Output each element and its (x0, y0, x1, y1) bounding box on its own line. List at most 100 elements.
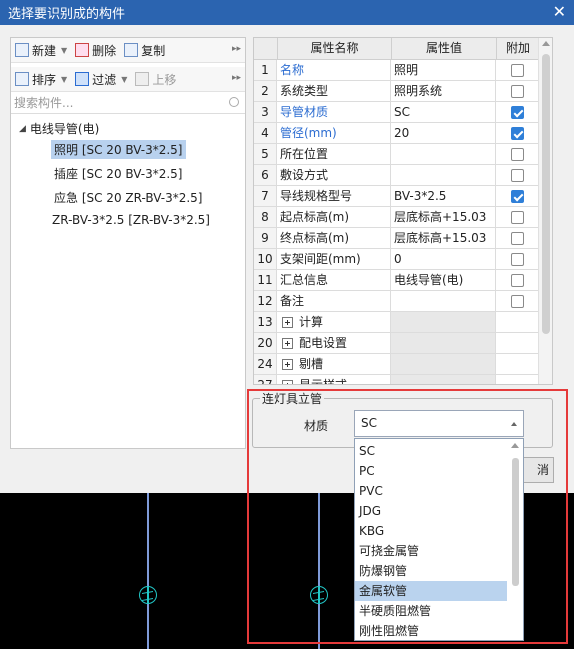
table-row[interactable]: 10 支架间距(mm) 0 (254, 249, 539, 270)
expand-icon[interactable] (282, 380, 293, 384)
add-checkbox[interactable] (511, 232, 524, 245)
property-value[interactable] (391, 333, 496, 354)
property-value[interactable]: 电线导管(电) (391, 270, 496, 291)
table-row[interactable]: 2 系统类型 照明系统 (254, 81, 539, 102)
expand-icon[interactable] (282, 317, 293, 328)
tree-item[interactable]: 照明 [SC 20 BV-3*2.5] (51, 140, 186, 159)
add-checkbox[interactable] (511, 253, 524, 266)
add-checkbox[interactable] (511, 64, 524, 77)
property-name-text: 所在位置 (280, 147, 329, 161)
material-select[interactable]: SC (354, 410, 524, 437)
property-value[interactable]: BV-3*2.5 (391, 186, 496, 207)
table-row[interactable]: 12 备注 (254, 291, 539, 312)
more-icon[interactable]: ▸▸ (232, 44, 241, 54)
property-value[interactable]: 20 (391, 123, 496, 144)
property-value[interactable]: 0 (391, 249, 496, 270)
scroll-thumb[interactable] (542, 54, 550, 334)
table-row[interactable]: 6 敷设方式 (254, 165, 539, 186)
tree-root[interactable]: ◢ 电线导管(电) (19, 120, 99, 137)
dropdown-option[interactable]: PVC (355, 481, 507, 501)
property-value[interactable] (391, 312, 496, 333)
material-dropdown-list[interactable]: SC PC PVC JDG KBG 可挠金属管 防爆钢管 金属软管 半硬质阻燃管 刚性阻燃管 (354, 438, 524, 641)
cancel-button[interactable]: 消 (520, 457, 554, 483)
title-bar: 选择要识别成的构件 ✕ (0, 0, 574, 25)
property-name: 终点标高(m) (277, 228, 391, 249)
material-label: 材质 (304, 419, 329, 433)
close-icon[interactable]: ✕ (553, 2, 566, 21)
dropdown-option[interactable]: 刚性阻燃管 (355, 621, 507, 641)
sort-button[interactable]: 排序 ▼ (15, 71, 67, 88)
add-checkbox[interactable] (511, 169, 524, 182)
add-checkbox[interactable] (511, 211, 524, 224)
table-row[interactable]: 5 所在位置 (254, 144, 539, 165)
add-checkbox[interactable] (511, 274, 524, 287)
dropdown-scrollbar[interactable] (508, 440, 522, 639)
table-row[interactable]: 24 剔槽 (254, 354, 539, 375)
table-row[interactable]: 13 计算 (254, 312, 539, 333)
table-row[interactable]: 7 导线规格型号 BV-3*2.5 (254, 186, 539, 207)
tree-item[interactable]: 应急 [SC 20 ZR-BV-3*2.5] (51, 188, 205, 207)
property-value[interactable]: 照明系统 (391, 81, 496, 102)
property-grid: 属性名称 属性值 附加 1 名称 照明 2 系统类型 照明系统 3 导管材质 SC 4 管径(mm)… (253, 37, 553, 385)
scroll-up-icon[interactable] (511, 443, 519, 448)
table-row[interactable]: 1 名称 照明 (254, 60, 539, 81)
property-value[interactable]: 层底标高+15.03 (391, 207, 496, 228)
search-input[interactable]: 搜索构件... (11, 94, 245, 114)
scroll-thumb[interactable] (512, 458, 519, 586)
property-value[interactable]: SC (391, 102, 496, 123)
add-checkbox[interactable] (511, 85, 524, 98)
table-row[interactable]: 11 汇总信息 电线导管(电) (254, 270, 539, 291)
dropdown-option[interactable]: PC (355, 461, 507, 481)
move-up-button[interactable]: 上移 (135, 71, 176, 88)
property-name-text: 系统类型 (280, 84, 329, 98)
dropdown-option[interactable]: 可挠金属管 (355, 541, 507, 561)
table-row[interactable]: 8 起点标高(m) 层底标高+15.03 (254, 207, 539, 228)
add-checkbox[interactable] (511, 148, 524, 161)
header-add: 附加 (496, 38, 539, 60)
row-index: 9 (254, 228, 277, 249)
scroll-up-icon[interactable] (542, 41, 550, 46)
property-value[interactable] (391, 144, 496, 165)
table-row[interactable]: 20 配电设置 (254, 333, 539, 354)
dropdown-option[interactable]: SC (355, 441, 507, 461)
dropdown-option[interactable]: JDG (355, 501, 507, 521)
property-name: 系统类型 (277, 81, 391, 102)
tree-item[interactable]: 插座 [SC 20 BV-3*2.5] (51, 164, 186, 183)
more-icon[interactable]: ▸▸ (232, 73, 241, 83)
property-value[interactable] (391, 354, 496, 375)
add-checkbox[interactable] (511, 106, 524, 119)
property-value[interactable]: 层底标高+15.03 (391, 228, 496, 249)
property-name-text: 起点标高(m) (280, 210, 350, 224)
property-name-text: 汇总信息 (280, 273, 329, 287)
collapse-icon[interactable]: ◢ (19, 124, 26, 134)
tree-item[interactable]: ZR-BV-3*2.5 [ZR-BV-3*2.5] (49, 212, 213, 228)
copy-button[interactable]: 复制 (124, 42, 165, 59)
add-checkbox[interactable] (511, 127, 524, 140)
table-row[interactable]: 27 显示样式 (254, 375, 539, 384)
dropdown-option[interactable]: 防爆钢管 (355, 561, 507, 581)
property-name-text: 终点标高(m) (280, 231, 350, 245)
expand-icon[interactable] (282, 359, 293, 370)
delete-button[interactable]: 删除 (75, 42, 116, 59)
expand-icon[interactable] (282, 338, 293, 349)
add-checkbox[interactable] (511, 190, 524, 203)
dropdown-option[interactable]: KBG (355, 521, 507, 541)
cad-line (318, 493, 320, 649)
search-icon[interactable] (229, 97, 239, 107)
dropdown-option[interactable]: 半硬质阻燃管 (355, 601, 507, 621)
material-value: SC (361, 416, 377, 430)
row-index: 5 (254, 144, 277, 165)
property-value[interactable] (391, 291, 496, 312)
property-value[interactable] (391, 165, 496, 186)
filter-button[interactable]: 过滤 ▼ (75, 71, 127, 88)
table-row[interactable]: 9 终点标高(m) 层底标高+15.03 (254, 228, 539, 249)
table-row[interactable]: 3 导管材质 SC (254, 102, 539, 123)
property-value[interactable] (391, 375, 496, 384)
add-checkbox[interactable] (511, 295, 524, 308)
chevron-up-icon[interactable] (511, 422, 517, 426)
grid-scrollbar[interactable] (538, 38, 552, 384)
new-button[interactable]: 新建 ▼ (15, 42, 67, 59)
dropdown-option[interactable]: 金属软管 (355, 581, 507, 601)
table-row[interactable]: 4 管径(mm) 20 (254, 123, 539, 144)
property-value[interactable]: 照明 (391, 60, 496, 81)
